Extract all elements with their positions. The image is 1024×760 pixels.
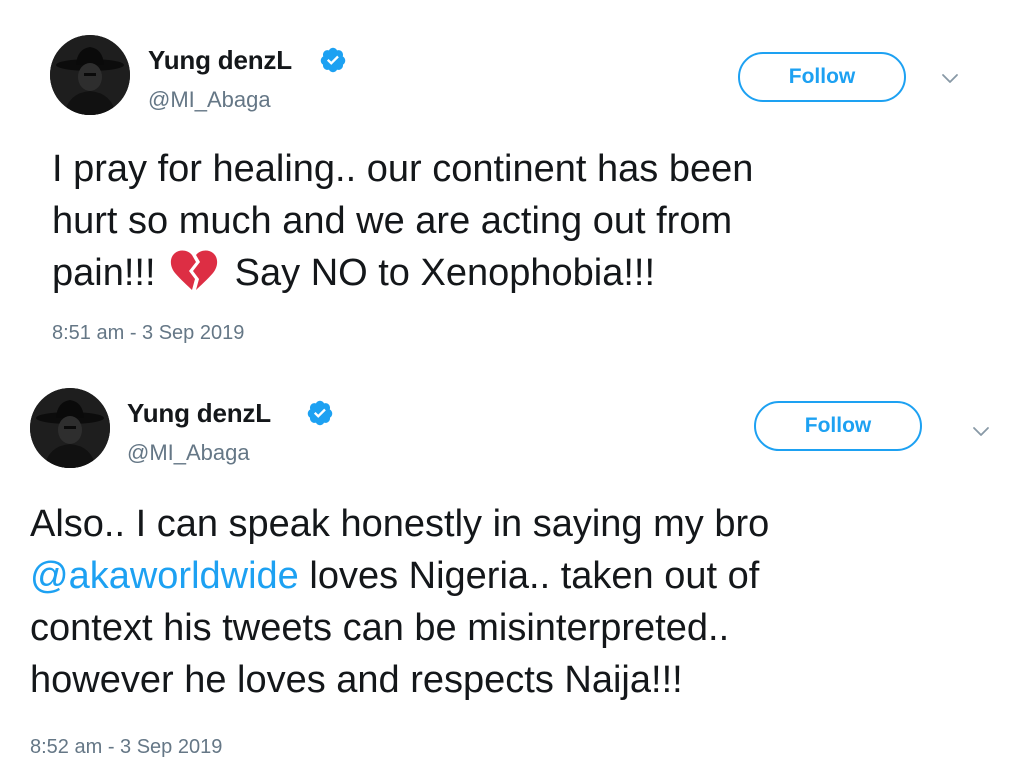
chevron-down-icon[interactable] [969,420,993,444]
tweet-text-line: context his tweets can be misinterpreted… [30,607,730,649]
tweet-timestamp[interactable]: 8:51 am - 3 Sep 2019 [52,322,244,345]
avatar[interactable] [30,388,110,468]
tweet-text-line: Also.. I can speak honestly in saying my… [30,503,770,545]
mention-link[interactable]: @akaworldwide [30,555,299,597]
tweet-text-line: @akaworldwide loves Nigeria.. taken out … [30,550,769,602]
display-name[interactable]: Yung denzL [148,45,292,76]
tweet-text-segment: Say NO to Xenophobia!!! [234,252,656,294]
tweet-timestamp[interactable]: 8:52 am - 3 Sep 2019 [30,736,222,759]
tweet-text: Also.. I can speak honestly in saying my… [30,498,769,706]
tweet-text-line: I pray for healing.. our continent has b… [52,148,754,190]
tweet-text-segment: pain!!! [52,252,156,294]
tweet-text: I pray for healing.. our continent has b… [52,143,753,299]
tweet-text-line: however he loves and respects Naija!!! [30,659,683,701]
user-handle[interactable]: @MI_Abaga [148,87,271,113]
user-handle[interactable]: @MI_Abaga [127,440,250,466]
avatar-image [30,388,110,468]
avatar-image [50,35,130,115]
verified-badge-icon [320,47,346,73]
verified-badge-icon [307,400,333,426]
tweet-text-segment: loves Nigeria.. taken out of [298,555,760,597]
broken-heart-icon [170,250,218,290]
tweet-card: Yung denzL @MI_Abaga Follow I pray for h… [0,0,1024,380]
follow-button[interactable]: Follow [754,401,922,451]
avatar[interactable] [50,35,130,115]
display-name[interactable]: Yung denzL [127,398,271,429]
tweet-text-line: pain!!! Say NO to Xenophobia!!! [52,247,753,299]
chevron-down-icon[interactable] [938,67,962,91]
tweet-card: Yung denzL @MI_Abaga Follow Also.. I can… [0,380,1024,760]
follow-button[interactable]: Follow [738,52,906,102]
tweet-text-line: hurt so much and we are acting out from [52,200,733,242]
